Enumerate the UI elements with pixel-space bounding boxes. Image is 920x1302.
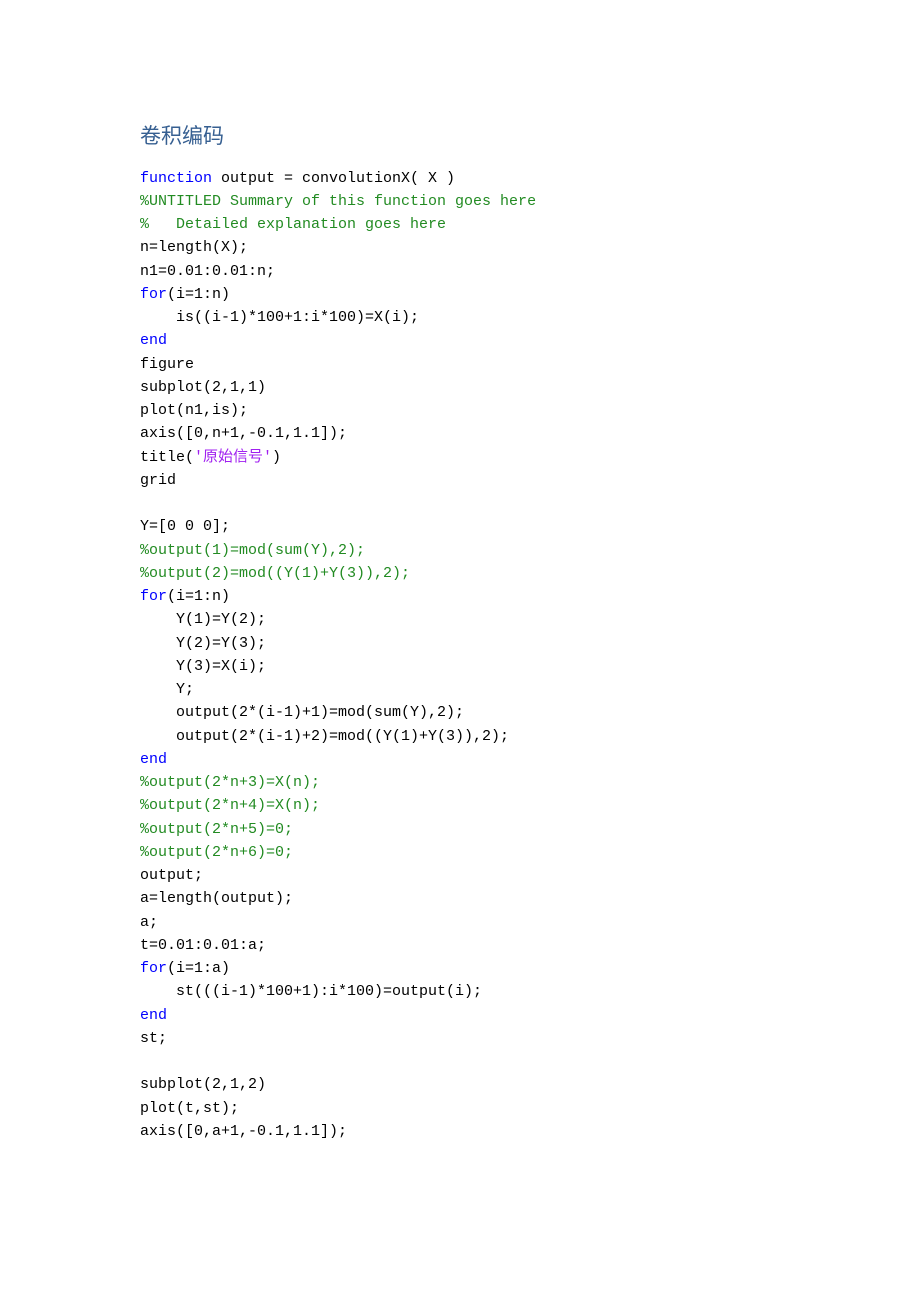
section-heading: 卷积编码 (140, 120, 780, 153)
code-token: %output(2*n+4)=X(n); (140, 797, 320, 814)
code-line: Y(3)=X(i); (140, 655, 780, 678)
code-token: %output(2*n+3)=X(n); (140, 774, 320, 791)
code-line (140, 1050, 780, 1073)
code-line: a; (140, 911, 780, 934)
code-line: Y(2)=Y(3); (140, 632, 780, 655)
code-token: end (140, 751, 167, 768)
matlab-code-block: function output = convolutionX( X ) %UNTI… (140, 167, 780, 1144)
code-token: plot(t,st); (140, 1100, 239, 1117)
code-token: plot(n1,is); (140, 402, 248, 419)
code-line: % Detailed explanation goes here (140, 213, 780, 236)
code-token: for (140, 286, 167, 303)
code-token: % Detailed explanation goes here (140, 216, 446, 233)
code-line: output(2*(i-1)+2)=mod((Y(1)+Y(3)),2); (140, 725, 780, 748)
code-line: axis([0,n+1,-0.1,1.1]); (140, 422, 780, 445)
code-token: for (140, 960, 167, 977)
code-token: n=length(X); (140, 239, 248, 256)
code-line: axis([0,a+1,-0.1,1.1]); (140, 1120, 780, 1143)
code-token: (i=1:n) (167, 588, 230, 605)
code-token: st(((i-1)*100+1):i*100)=output(i); (140, 983, 482, 1000)
code-line: end (140, 1004, 780, 1027)
code-token: output = convolutionX( X ) (221, 170, 455, 187)
code-line: %output(1)=mod(sum(Y),2); (140, 539, 780, 562)
code-token: %output(2*n+6)=0; (140, 844, 293, 861)
code-token: figure (140, 356, 194, 373)
code-token: axis([0,a+1,-0.1,1.1]); (140, 1123, 347, 1140)
code-line: Y; (140, 678, 780, 701)
code-token: %output(2*n+5)=0; (140, 821, 293, 838)
code-token: output; (140, 867, 203, 884)
code-token: title( (140, 449, 194, 466)
code-line: %output(2)=mod((Y(1)+Y(3)),2); (140, 562, 780, 585)
code-token: subplot(2,1,1) (140, 379, 266, 396)
code-line: subplot(2,1,1) (140, 376, 780, 399)
code-token: Y=[0 0 0]; (140, 518, 230, 535)
code-line: n1=0.01:0.01:n; (140, 260, 780, 283)
code-token: end (140, 332, 167, 349)
code-token: Y; (140, 681, 194, 698)
code-token: Y(3)=X(i); (140, 658, 266, 675)
code-line: for(i=1:n) (140, 283, 780, 306)
code-line: n=length(X); (140, 236, 780, 259)
code-line: %output(2*n+4)=X(n); (140, 794, 780, 817)
code-token: a=length(output); (140, 890, 293, 907)
code-token: subplot(2,1,2) (140, 1076, 266, 1093)
code-line: end (140, 329, 780, 352)
code-token: a; (140, 914, 158, 931)
code-line: output(2*(i-1)+1)=mod(sum(Y),2); (140, 701, 780, 724)
code-token: for (140, 588, 167, 605)
code-line: title('原始信号') (140, 446, 780, 469)
code-line: st; (140, 1027, 780, 1050)
code-line: Y=[0 0 0]; (140, 515, 780, 538)
code-line: output; (140, 864, 780, 887)
code-line: %output(2*n+6)=0; (140, 841, 780, 864)
code-token: output(2*(i-1)+2)=mod((Y(1)+Y(3)),2); (140, 728, 509, 745)
code-line: end (140, 748, 780, 771)
code-line: a=length(output); (140, 887, 780, 910)
code-line: %output(2*n+3)=X(n); (140, 771, 780, 794)
code-line: grid (140, 469, 780, 492)
code-line: st(((i-1)*100+1):i*100)=output(i); (140, 980, 780, 1003)
code-token: n1=0.01:0.01:n; (140, 263, 275, 280)
code-token: %UNTITLED Summary of this function goes … (140, 193, 536, 210)
code-token: Y(1)=Y(2); (140, 611, 266, 628)
code-token: output(2*(i-1)+1)=mod(sum(Y),2); (140, 704, 464, 721)
code-token: axis([0,n+1,-0.1,1.1]); (140, 425, 347, 442)
code-token: t=0.01:0.01:a; (140, 937, 266, 954)
code-token: (i=1:n) (167, 286, 230, 303)
code-line: for(i=1:a) (140, 957, 780, 980)
document-page: 卷积编码 function output = convolutionX( X )… (0, 0, 920, 1302)
code-token: Y(2)=Y(3); (140, 635, 266, 652)
code-line: t=0.01:0.01:a; (140, 934, 780, 957)
code-token: function (140, 170, 221, 187)
code-line: Y(1)=Y(2); (140, 608, 780, 631)
code-line: plot(n1,is); (140, 399, 780, 422)
code-token: grid (140, 472, 176, 489)
code-token: end (140, 1007, 167, 1024)
code-line: %UNTITLED Summary of this function goes … (140, 190, 780, 213)
code-line: %output(2*n+5)=0; (140, 818, 780, 841)
code-line (140, 492, 780, 515)
code-token: is((i-1)*100+1:i*100)=X(i); (140, 309, 419, 326)
code-token: ) (272, 449, 281, 466)
code-line: plot(t,st); (140, 1097, 780, 1120)
code-token: %output(1)=mod(sum(Y),2); (140, 542, 365, 559)
code-token: st; (140, 1030, 167, 1047)
code-line: is((i-1)*100+1:i*100)=X(i); (140, 306, 780, 329)
code-line: figure (140, 353, 780, 376)
code-line: for(i=1:n) (140, 585, 780, 608)
code-token: (i=1:a) (167, 960, 230, 977)
code-token: '原始信号' (194, 449, 272, 466)
code-line: function output = convolutionX( X ) (140, 167, 780, 190)
code-token: %output(2)=mod((Y(1)+Y(3)),2); (140, 565, 410, 582)
code-line: subplot(2,1,2) (140, 1073, 780, 1096)
